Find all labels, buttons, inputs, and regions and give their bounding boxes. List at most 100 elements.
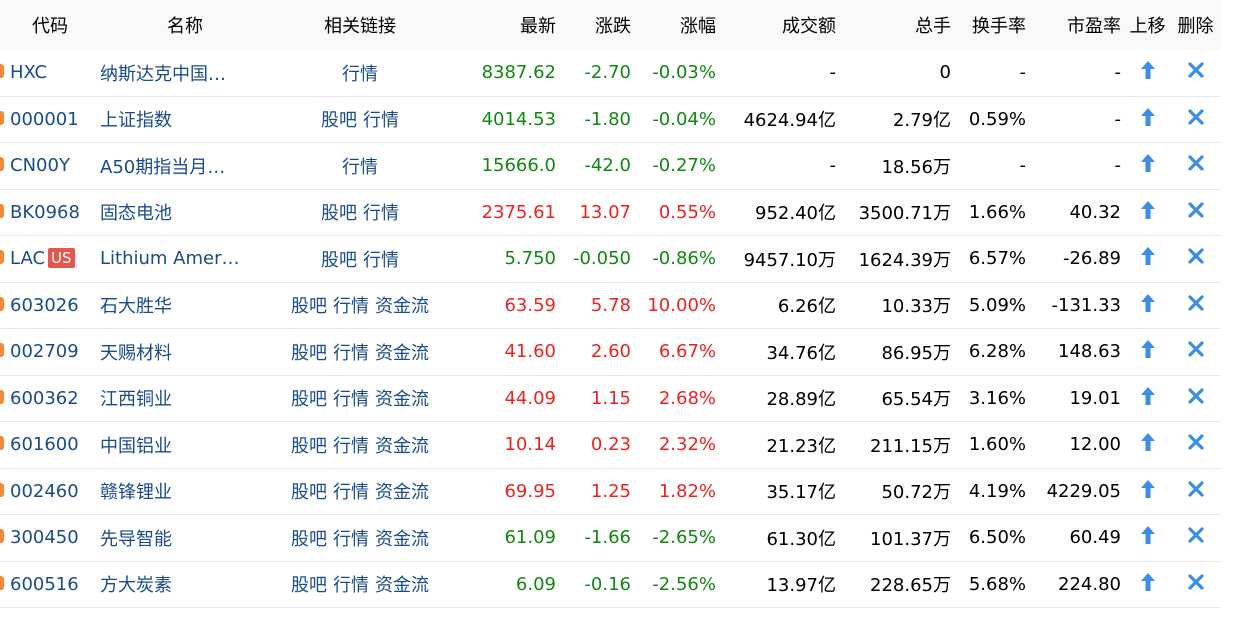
related-link[interactable]: 行情 <box>363 110 399 131</box>
related-link[interactable]: 股吧 <box>321 203 357 224</box>
related-link[interactable]: 资金流 <box>375 343 429 364</box>
amount-cell: 6.26亿 <box>720 282 840 329</box>
related-link[interactable]: 股吧 <box>291 482 327 503</box>
code-link[interactable]: 601600 <box>10 434 79 455</box>
arrow-up-icon[interactable] <box>1140 479 1156 504</box>
close-icon[interactable] <box>1187 480 1205 503</box>
name-link[interactable]: 先导智能 <box>100 529 172 550</box>
related-link[interactable]: 行情 <box>333 296 369 317</box>
related-link[interactable]: 资金流 <box>375 529 429 550</box>
code-link[interactable]: 600362 <box>10 388 79 409</box>
related-link[interactable]: 股吧 <box>291 296 327 317</box>
change-cell: -2.70 <box>560 50 635 97</box>
arrow-up-icon[interactable] <box>1140 339 1156 364</box>
name-link[interactable]: A50期指当月… <box>100 157 225 178</box>
name-cell: 先导智能 <box>100 514 270 562</box>
code-link[interactable]: HXC <box>10 62 47 83</box>
close-icon[interactable] <box>1187 433 1205 456</box>
code-link[interactable]: 603026 <box>10 295 79 316</box>
close-icon[interactable] <box>1187 247 1205 270</box>
related-link[interactable]: 股吧 <box>291 529 327 550</box>
related-link[interactable]: 股吧 <box>321 110 357 131</box>
name-link[interactable]: 上证指数 <box>100 110 172 131</box>
related-link[interactable]: 资金流 <box>375 575 429 596</box>
arrow-up-icon[interactable] <box>1140 200 1156 225</box>
close-icon[interactable] <box>1187 340 1205 363</box>
code-link[interactable]: 000001 <box>10 109 79 130</box>
related-link[interactable]: 股吧 <box>291 389 327 410</box>
close-icon[interactable] <box>1187 526 1205 549</box>
name-link[interactable]: Lithium Amer… <box>100 248 239 269</box>
close-icon[interactable] <box>1187 201 1205 224</box>
volume-cell: 101.37万 <box>840 514 955 562</box>
related-link[interactable]: 行情 <box>333 436 369 457</box>
related-link[interactable]: 行情 <box>333 389 369 410</box>
close-icon[interactable] <box>1187 294 1205 317</box>
code-link[interactable]: CN00Y <box>10 155 70 176</box>
header-turnover[interactable]: 换手率 <box>955 0 1030 50</box>
code-link[interactable]: 300450 <box>10 527 79 548</box>
arrow-up-icon[interactable] <box>1140 293 1156 318</box>
close-icon[interactable] <box>1187 154 1205 177</box>
name-link[interactable]: 方大炭素 <box>100 575 172 596</box>
delete-cell <box>1170 421 1221 469</box>
turnover-cell: 5.68% <box>955 561 1030 608</box>
related-link[interactable]: 股吧 <box>291 436 327 457</box>
related-link[interactable]: 股吧 <box>291 575 327 596</box>
move-up-cell <box>1125 189 1170 236</box>
code-link[interactable]: 002460 <box>10 481 79 502</box>
header-change[interactable]: 涨跌 <box>560 0 635 50</box>
related-link[interactable]: 行情 <box>363 250 399 271</box>
related-link[interactable]: 行情 <box>333 343 369 364</box>
amount-cell: 34.76亿 <box>720 328 840 376</box>
close-icon[interactable] <box>1187 387 1205 410</box>
header-pct[interactable]: 涨幅 <box>635 0 720 50</box>
code-link[interactable]: LAC <box>10 248 45 269</box>
related-link[interactable]: 行情 <box>333 482 369 503</box>
pct-cell: -2.56% <box>635 561 720 608</box>
related-link[interactable]: 资金流 <box>375 436 429 457</box>
related-link[interactable]: 资金流 <box>375 296 429 317</box>
arrow-up-icon[interactable] <box>1140 60 1156 85</box>
header-pe[interactable]: 市盈率 <box>1030 0 1125 50</box>
name-link[interactable]: 石大胜华 <box>100 296 172 317</box>
related-link[interactable]: 行情 <box>333 529 369 550</box>
header-volume[interactable]: 总手 <box>840 0 955 50</box>
name-link[interactable]: 中国铝业 <box>100 436 172 457</box>
related-link[interactable]: 资金流 <box>375 482 429 503</box>
header-code[interactable]: 代码 <box>0 0 100 50</box>
close-icon[interactable] <box>1187 108 1205 131</box>
arrow-up-icon[interactable] <box>1140 107 1156 132</box>
arrow-up-icon[interactable] <box>1140 525 1156 550</box>
arrow-up-icon[interactable] <box>1140 572 1156 597</box>
related-link[interactable]: 行情 <box>363 203 399 224</box>
related-link[interactable]: 行情 <box>333 575 369 596</box>
name-link[interactable]: 赣锋锂业 <box>100 482 172 503</box>
related-link[interactable]: 行情 <box>342 157 378 178</box>
code-link[interactable]: BK0968 <box>10 202 80 223</box>
table-row: LAC US Lithium Amer… 股吧 行情 5.750 -0.050 -0… <box>0 235 1221 283</box>
pct-cell: -0.86% <box>635 235 720 283</box>
arrow-up-icon[interactable] <box>1140 432 1156 457</box>
table-row: BK0968 固态电池 股吧 行情 2375.61 13.07 0.55% 952… <box>0 189 1221 236</box>
arrow-up-icon[interactable] <box>1140 386 1156 411</box>
close-icon[interactable] <box>1187 61 1205 84</box>
code-link[interactable]: 002709 <box>10 341 79 362</box>
name-link[interactable]: 天赐材料 <box>100 343 172 364</box>
header-amount[interactable]: 成交额 <box>720 0 840 50</box>
related-link[interactable]: 股吧 <box>321 250 357 271</box>
related-link[interactable]: 行情 <box>342 64 378 85</box>
name-link[interactable]: 固态电池 <box>100 203 172 224</box>
name-link[interactable]: 江西铜业 <box>100 389 172 410</box>
arrow-up-icon[interactable] <box>1140 153 1156 178</box>
related-link[interactable]: 股吧 <box>291 343 327 364</box>
arrow-up-icon[interactable] <box>1140 246 1156 271</box>
header-name[interactable]: 名称 <box>100 0 270 50</box>
close-icon[interactable] <box>1187 573 1205 596</box>
name-link[interactable]: 纳斯达克中国… <box>100 64 226 85</box>
code-marker <box>0 529 4 543</box>
related-link[interactable]: 资金流 <box>375 389 429 410</box>
change-cell: 1.15 <box>560 375 635 422</box>
header-price[interactable]: 最新 <box>450 0 560 50</box>
code-link[interactable]: 600516 <box>10 574 79 595</box>
